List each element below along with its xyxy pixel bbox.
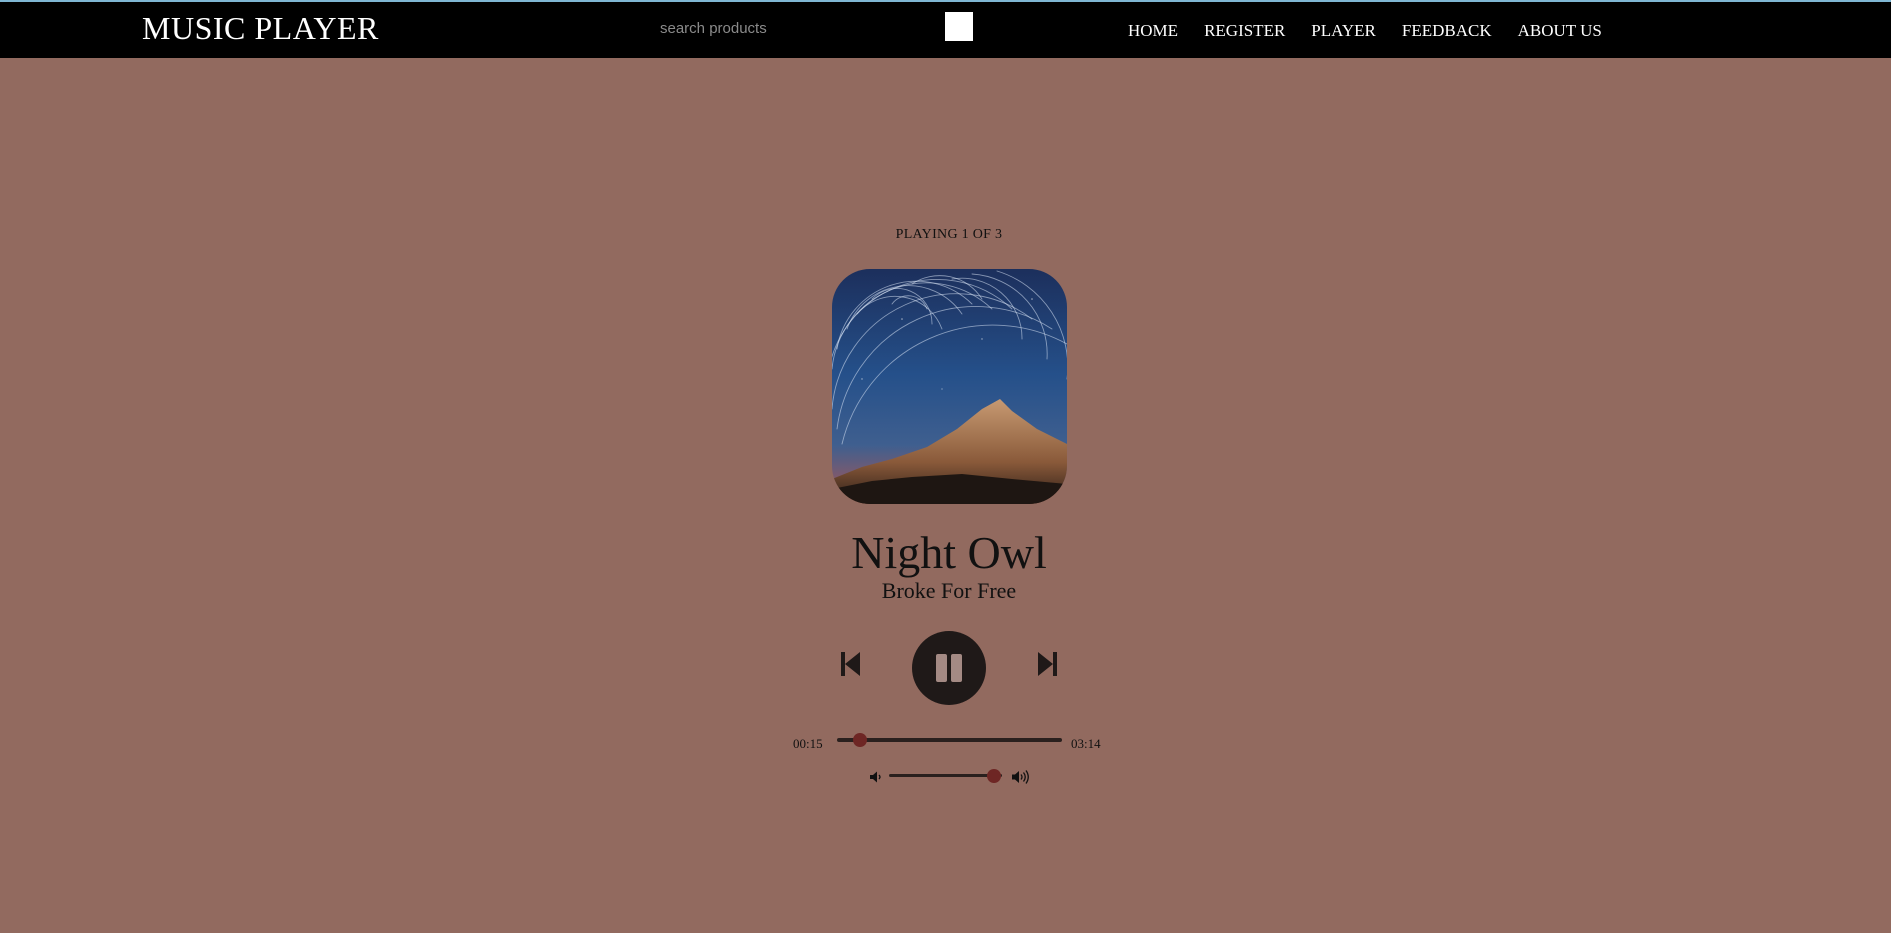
song-artist: Broke For Free	[881, 578, 1017, 603]
volume-high-icon	[1012, 770, 1029, 784]
music-player: PLAYING 1 OF 3 Night Owl Broke For Free …	[0, 58, 1891, 933]
next-track-button[interactable]	[1034, 650, 1060, 678]
nav-player[interactable]: PLAYER	[1311, 21, 1376, 41]
volume-down-button[interactable]	[869, 770, 883, 784]
top-navbar: MUSIC PLAYER HOME REGISTER PLAYER FEEDBA…	[0, 0, 1891, 58]
seek-slider-thumb[interactable]	[852, 733, 867, 747]
previous-track-button[interactable]	[838, 650, 864, 678]
volume-slider-thumb[interactable]	[987, 769, 1002, 783]
skip-previous-icon	[841, 652, 860, 676]
skip-next-icon	[1038, 652, 1057, 676]
volume-slider[interactable]	[889, 769, 1002, 783]
playing-status: PLAYING 1 OF 3	[895, 227, 1003, 242]
nav-feedback[interactable]: FEEDBACK	[1402, 21, 1492, 41]
song-title: Night Owl	[851, 527, 1047, 578]
nav-about-us[interactable]: ABOUT US	[1518, 21, 1602, 41]
nav-register[interactable]: REGISTER	[1204, 21, 1285, 41]
volume-up-button[interactable]	[1011, 769, 1030, 785]
total-time: 03:14	[1071, 736, 1101, 751]
nav-menu: HOME REGISTER PLAYER FEEDBACK ABOUT US	[1128, 21, 1628, 41]
search-button[interactable]	[945, 12, 973, 41]
nav-home[interactable]: HOME	[1128, 21, 1178, 41]
volume-low-icon	[870, 771, 881, 783]
search-input[interactable]	[660, 16, 930, 40]
current-time: 00:15	[793, 736, 823, 751]
play-pause-button[interactable]	[912, 631, 986, 705]
album-cover-image	[832, 269, 1067, 504]
brand-logo[interactable]: MUSIC PLAYER	[142, 10, 379, 47]
seek-slider[interactable]	[837, 733, 1062, 747]
